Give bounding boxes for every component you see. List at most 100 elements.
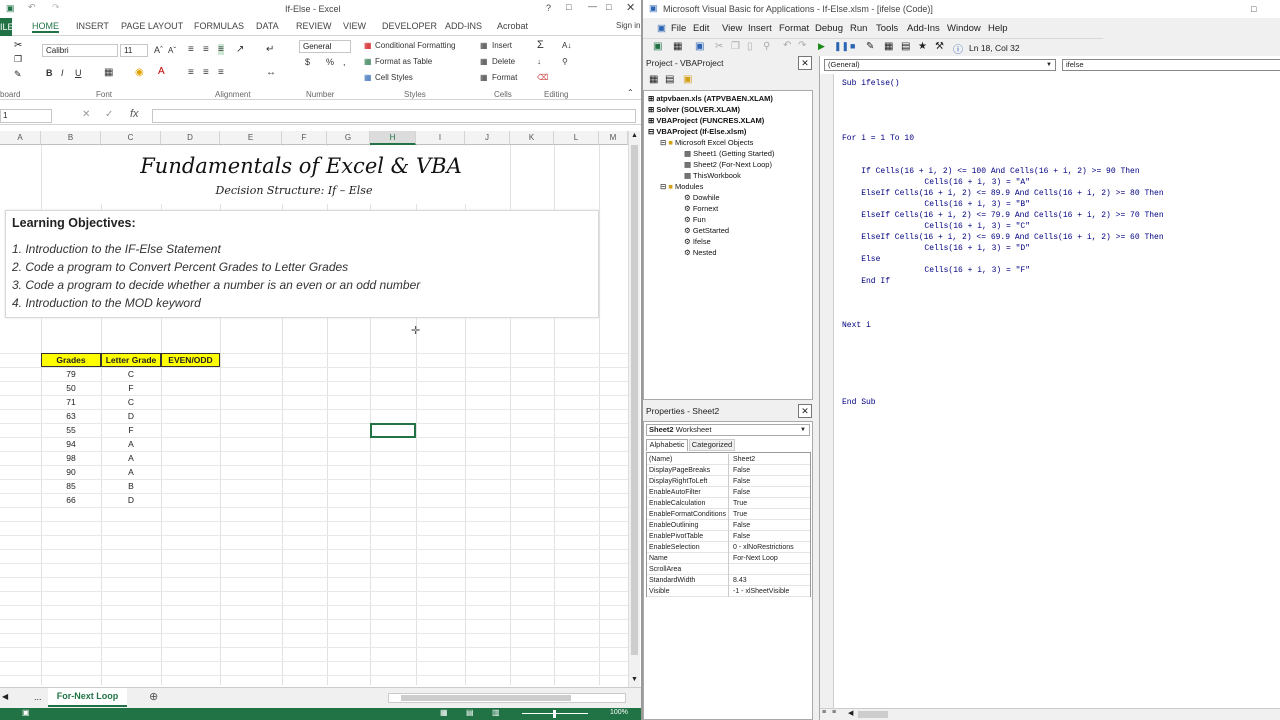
scroll-left-icon[interactable]: ◀ bbox=[848, 709, 853, 717]
save-project-icon[interactable]: ▣ bbox=[695, 41, 704, 52]
shrink-font-icon[interactable]: Aˇ bbox=[168, 46, 176, 55]
tree-node-funcres[interactable]: ⊞ VBAProject (FUNCRES.XLAM) bbox=[648, 116, 764, 125]
tree-folder-modules[interactable]: ⊟ ■ Modules bbox=[660, 182, 703, 191]
zoom-slider-thumb[interactable] bbox=[553, 710, 556, 718]
code-line[interactable]: Next i bbox=[842, 321, 871, 330]
tree-module-dowhile[interactable]: ⚙ Dowhile bbox=[684, 193, 720, 202]
add-sheet-icon[interactable]: ⊕ bbox=[149, 690, 158, 703]
grade-cell[interactable]: 50 bbox=[41, 383, 101, 393]
font-name-select[interactable]: Calibri bbox=[42, 44, 118, 57]
prev-sheet-icon[interactable]: ◀ bbox=[2, 692, 8, 701]
tree-node-atpvbaen[interactable]: ⊞ atpvbaen.xls (ATPVBAEN.XLAM) bbox=[648, 94, 773, 103]
code-line[interactable]: Else bbox=[842, 255, 880, 264]
vba-undo-icon[interactable]: ↶ bbox=[783, 40, 791, 51]
align-left-icon[interactable]: ≡ bbox=[188, 67, 194, 78]
toolbox-icon[interactable]: ⚒ bbox=[935, 41, 944, 52]
tree-node-if-else[interactable]: ⊟ VBAProject (If-Else.xlsm) bbox=[648, 127, 746, 136]
code-line[interactable]: ElseIf Cells(16 + i, 2) <= 89.9 And Cell… bbox=[842, 189, 1163, 198]
code-line[interactable]: End Sub bbox=[842, 398, 876, 407]
tree-item-sheet1[interactable]: ▦ Sheet1 (Getting Started) bbox=[684, 149, 774, 158]
design-mode-icon[interactable]: ✎ bbox=[866, 41, 874, 52]
cut-code-icon[interactable]: ✂ bbox=[715, 41, 723, 52]
copy-icon[interactable]: ❐ bbox=[14, 54, 22, 65]
format-painter-icon[interactable]: ✎ bbox=[14, 69, 22, 80]
column-header[interactable]: F bbox=[282, 131, 327, 145]
letter-cell[interactable]: B bbox=[101, 481, 161, 491]
column-header[interactable]: B bbox=[41, 131, 101, 145]
scroll-down-icon[interactable]: ▼ bbox=[631, 676, 638, 683]
menu-file[interactable]: File bbox=[671, 23, 686, 34]
properties-window-icon[interactable]: ▤ bbox=[901, 41, 910, 52]
code-scroll-thumb[interactable] bbox=[858, 711, 888, 718]
vba-menu-excel-icon[interactable]: ▣ bbox=[657, 23, 666, 34]
tab-data[interactable]: DATA bbox=[256, 21, 279, 31]
grade-cell[interactable]: 79 bbox=[41, 369, 101, 379]
active-cell[interactable] bbox=[370, 423, 416, 438]
property-row[interactable]: Name For-Next Loop bbox=[647, 553, 810, 564]
grade-cell[interactable]: 94 bbox=[41, 439, 101, 449]
fill-color-icon[interactable]: ◉ bbox=[135, 67, 144, 78]
code-line[interactable]: ElseIf Cells(16 + i, 2) <= 69.9 And Cell… bbox=[842, 233, 1163, 242]
letter-cell[interactable]: F bbox=[101, 383, 161, 393]
tab-file[interactable]: ILE bbox=[0, 18, 14, 36]
sort-filter-icon[interactable]: A↓ bbox=[562, 41, 571, 50]
column-header[interactable]: M bbox=[599, 131, 628, 145]
menu-window[interactable]: Window bbox=[947, 23, 981, 34]
tab-view[interactable]: VIEW bbox=[343, 21, 366, 31]
grade-cell[interactable]: 63 bbox=[41, 411, 101, 421]
merge-center-icon[interactable]: ↔ bbox=[266, 67, 276, 78]
copy-code-icon[interactable]: ❐ bbox=[731, 41, 740, 52]
bold-button[interactable]: B bbox=[46, 68, 53, 78]
percent-icon[interactable]: % bbox=[326, 57, 334, 67]
letter-cell[interactable]: A bbox=[101, 439, 161, 449]
name-box[interactable]: 1 bbox=[0, 109, 52, 123]
property-row[interactable]: Visible -1 - xlSheetVisible bbox=[647, 586, 810, 597]
scroll-up-icon[interactable]: ▲ bbox=[631, 132, 638, 139]
column-header[interactable]: L bbox=[554, 131, 599, 145]
column-header[interactable]: C bbox=[101, 131, 161, 145]
module-view-icon[interactable]: ≡ bbox=[832, 709, 836, 716]
vertical-scrollbar[interactable]: ▲ ▼ bbox=[628, 131, 640, 687]
formula-input[interactable] bbox=[152, 109, 636, 123]
grade-cell[interactable]: 85 bbox=[41, 481, 101, 491]
h-scroll-thumb[interactable] bbox=[401, 695, 571, 701]
align-top-icon[interactable]: ≡ bbox=[188, 44, 194, 55]
code-line[interactable]: Cells(16 + i, 3) = "B" bbox=[842, 200, 1030, 209]
table-header-grades[interactable]: Grades bbox=[41, 353, 101, 367]
insert-module-icon[interactable]: ▦ bbox=[673, 41, 682, 52]
conditional-formatting-button[interactable]: Conditional Formatting bbox=[375, 41, 455, 50]
code-line[interactable]: Cells(16 + i, 3) = "F" bbox=[842, 266, 1030, 275]
column-header[interactable]: I bbox=[416, 131, 465, 145]
collapse-ribbon-icon[interactable]: ⌃ bbox=[627, 88, 634, 97]
restore-ribbon-icon[interactable]: □ bbox=[566, 2, 571, 12]
menu-tools[interactable]: Tools bbox=[876, 23, 898, 34]
code-line[interactable]: If Cells(16 + i, 2) <= 100 And Cells(16 … bbox=[842, 167, 1139, 176]
margin-indicator-bar[interactable] bbox=[820, 74, 834, 712]
align-middle-icon[interactable]: ≡ bbox=[203, 44, 209, 55]
table-header-even-odd[interactable]: EVEN/ODD bbox=[161, 353, 220, 367]
tree-node-solver[interactable]: ⊞ Solver (SOLVER.XLAM) bbox=[648, 105, 740, 114]
toggle-folders-icon[interactable]: ▣ bbox=[683, 74, 692, 85]
letter-cell[interactable]: C bbox=[101, 397, 161, 407]
maximize-icon[interactable]: □ bbox=[606, 2, 611, 12]
grade-cell[interactable]: 66 bbox=[41, 495, 101, 505]
close-project-pane-icon[interactable]: ✕ bbox=[798, 56, 812, 70]
grow-font-icon[interactable]: Aˆ bbox=[154, 45, 163, 55]
find-code-icon[interactable]: ⚲ bbox=[763, 41, 770, 52]
code-line[interactable]: ElseIf Cells(16 + i, 2) <= 79.9 And Cell… bbox=[842, 211, 1163, 220]
code-line[interactable]: Sub ifelse() bbox=[842, 79, 900, 88]
grade-cell[interactable]: 55 bbox=[41, 425, 101, 435]
property-row[interactable]: EnableCalculation True bbox=[647, 498, 810, 509]
cut-icon[interactable]: ✂ bbox=[14, 40, 22, 51]
menu-edit[interactable]: Edit bbox=[693, 23, 709, 34]
italic-button[interactable]: I bbox=[61, 68, 64, 78]
project-explorer-icon[interactable]: ▦ bbox=[884, 41, 893, 52]
minimize-icon[interactable]: — bbox=[588, 1, 597, 11]
fill-icon[interactable]: ↓ bbox=[537, 57, 541, 66]
object-dropdown[interactable]: (General) ▼ bbox=[824, 59, 1056, 71]
clear-icon[interactable]: ⌫ bbox=[537, 73, 548, 82]
property-row[interactable]: StandardWidth 8.43 bbox=[647, 575, 810, 586]
orientation-icon[interactable]: ↗ bbox=[236, 44, 244, 55]
menu-help[interactable]: Help bbox=[988, 23, 1008, 34]
autosum-icon[interactable]: Σ bbox=[537, 39, 544, 51]
